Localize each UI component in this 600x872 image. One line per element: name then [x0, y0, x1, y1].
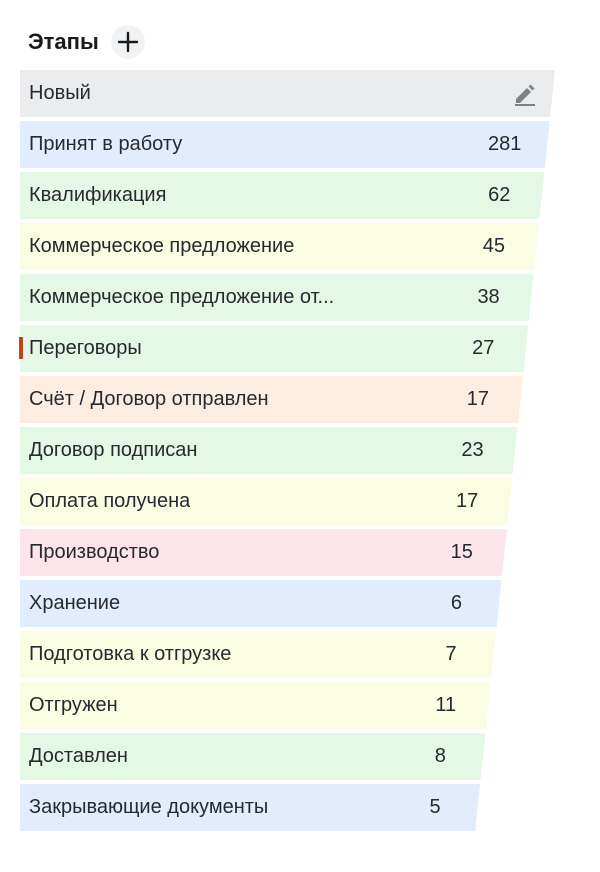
stage-background — [20, 70, 555, 117]
stage-label: Коммерческое предложение — [29, 235, 295, 257]
stage-label: Отгружен — [29, 694, 118, 716]
stage-count: 15 — [450, 541, 473, 563]
stage-count: 11 — [435, 694, 457, 716]
stage-count: 6 — [450, 592, 462, 614]
stage-row[interactable]: Доставлен 8 — [20, 733, 560, 780]
stage-label: Хранение — [29, 592, 121, 614]
plus-icon — [117, 31, 139, 53]
stage-row[interactable]: Хранение 6 — [20, 580, 560, 627]
stage-label: Счёт / Договор отправлен — [29, 388, 269, 410]
stage-row[interactable]: Подготовка к отгрузке 7 — [20, 631, 560, 678]
stage-count: 27 — [472, 337, 495, 359]
stage-active-marker — [19, 337, 23, 359]
stage-count: 45 — [482, 235, 506, 257]
stage-label: Доставлен — [29, 745, 128, 767]
stage-row[interactable]: Новый — [20, 70, 560, 117]
stage-row[interactable]: Квалификация 62 — [20, 172, 560, 219]
stage-label: Подготовка к отгрузке — [29, 643, 232, 665]
stage-row[interactable]: Производство 15 — [20, 529, 560, 576]
stage-label: Производство — [29, 541, 160, 563]
stage-label: Коммерческое предложение от... — [29, 286, 335, 308]
stages-list: Новый Принят в работу 281 Квалификация 62 Ком… — [19, 70, 560, 835]
stage-row[interactable]: Счёт / Договор отправлен 17 — [20, 376, 560, 423]
stage-fill — [20, 70, 555, 117]
stages-header: Этапы — [28, 22, 145, 62]
stage-row[interactable]: Договор подписан 23 — [20, 427, 560, 474]
pencil-icon[interactable] — [512, 81, 538, 107]
stage-label: Квалификация — [29, 184, 167, 206]
stage-count: 23 — [461, 439, 484, 461]
stage-row[interactable]: Коммерческое предложение от... 38 — [20, 274, 560, 321]
stage-row[interactable]: Закрывающие документы 5 — [20, 784, 560, 831]
stage-count: 38 — [477, 286, 500, 308]
stage-count: 281 — [487, 133, 522, 155]
stage-row[interactable]: Коммерческое предложение 45 — [20, 223, 560, 270]
stage-label: Закрывающие документы — [29, 796, 269, 818]
stage-row[interactable]: Принят в работу 281 — [20, 121, 560, 168]
stage-count: 17 — [456, 490, 479, 512]
stage-row[interactable]: Оплата получена 17 — [20, 478, 560, 525]
stage-count: 62 — [488, 184, 511, 206]
stage-row[interactable]: Отгружен 11 — [20, 682, 560, 729]
stage-row[interactable]: Переговоры 27 — [19, 325, 560, 372]
add-stage-button[interactable] — [110, 25, 145, 59]
stage-label: Оплата получена — [29, 490, 191, 512]
stage-label: Принят в работу — [29, 133, 183, 155]
stage-count: 8 — [434, 745, 446, 767]
stage-count: 7 — [445, 643, 457, 665]
page-title: Этапы — [28, 29, 99, 54]
stage-count: 17 — [466, 388, 489, 410]
stage-label: Новый — [29, 82, 91, 104]
stage-count: 5 — [429, 796, 441, 818]
stage-label: Договор подписан — [29, 439, 198, 461]
stage-label: Переговоры — [29, 337, 142, 359]
